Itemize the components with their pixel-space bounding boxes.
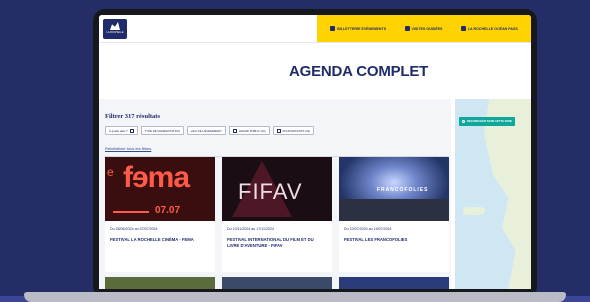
location-filter-label: LIEU DE L'ÉVÉNEMENT [190, 128, 222, 133]
event-card-next[interactable] [222, 277, 332, 289]
children-filter[interactable]: POUR ENFANTS (42) [272, 126, 315, 135]
reset-filters-link[interactable]: Réinitialiser tous les filtres [105, 146, 151, 151]
date-filter-label: À quelle date ? [109, 128, 128, 133]
location-filter[interactable]: LIEU DE L'ÉVÉNEMENT [186, 126, 226, 135]
checkbox-icon[interactable] [232, 128, 237, 133]
refresh-icon [462, 120, 465, 123]
search-area-button[interactable]: RECHERCHER DANS CETTE ZONE [459, 117, 515, 126]
event-card[interactable]: e fɘma 07.07 Du 28/06/2024 au 07/07/2024… [105, 157, 215, 272]
event-card-next[interactable] [105, 277, 215, 289]
event-title[interactable]: FESTIVAL INTERNATIONAL DU FILM ET DU LIV… [227, 237, 327, 249]
laptop-base [24, 292, 566, 302]
calendar-icon [129, 128, 134, 133]
children-filter-label: POUR ENFANTS (42) [282, 128, 311, 133]
event-title[interactable]: FESTIVAL LES FRANCOFOLIES [344, 237, 444, 243]
event-image-text: e [107, 165, 114, 179]
type-filter[interactable]: TYPE DE MANIFESTATION [140, 126, 184, 135]
event-image: e fɘma 07.07 [105, 157, 215, 221]
event-card[interactable]: FIFAV Du 10/11/2024 au 17/11/2024 FESTIV… [222, 157, 332, 272]
event-card-next[interactable] [339, 277, 449, 289]
events-map[interactable] [455, 99, 531, 289]
event-image-crowd [339, 199, 449, 221]
general-public-filter[interactable]: GRAND PUBLIC (32) [228, 126, 270, 135]
checkbox-icon[interactable] [276, 128, 281, 133]
event-title[interactable]: FESTIVAL LA ROCHELLE CINÉMA - FEMA [110, 237, 210, 243]
event-image-text: FIFAV [238, 179, 303, 204]
event-image: FIFAV [222, 157, 332, 221]
event-image-text: FRANCOFOLIES [377, 187, 429, 193]
event-image-dash [113, 211, 149, 213]
results-count: Filtrer 317 résultats [105, 113, 160, 120]
event-image: FRANCOFOLIES [339, 157, 449, 221]
page-content: Filtrer 317 résultats À quelle date ? TY… [99, 15, 531, 289]
filter-chips: À quelle date ? TYPE DE MANIFESTATION LI… [105, 126, 315, 135]
map-island [463, 207, 485, 215]
date-filter[interactable]: À quelle date ? [105, 126, 138, 135]
event-date: Du 28/06/2024 au 07/07/2024 [110, 227, 158, 231]
general-public-filter-label: GRAND PUBLIC (32) [238, 128, 266, 133]
type-filter-label: TYPE DE MANIFESTATION [144, 128, 180, 133]
event-date: Du 10/11/2024 au 17/11/2024 [227, 227, 275, 231]
search-area-button-label: RECHERCHER DANS CETTE ZONE [467, 120, 513, 123]
event-image-date: 07.07 [155, 205, 181, 216]
event-image-text: fɘma [123, 161, 190, 194]
event-date: Du 10/07/2024 au 14/07/2024 [344, 227, 392, 231]
map-land [483, 99, 531, 289]
event-card[interactable]: FRANCOFOLIES Du 10/07/2024 au 14/07/2024… [339, 157, 449, 272]
